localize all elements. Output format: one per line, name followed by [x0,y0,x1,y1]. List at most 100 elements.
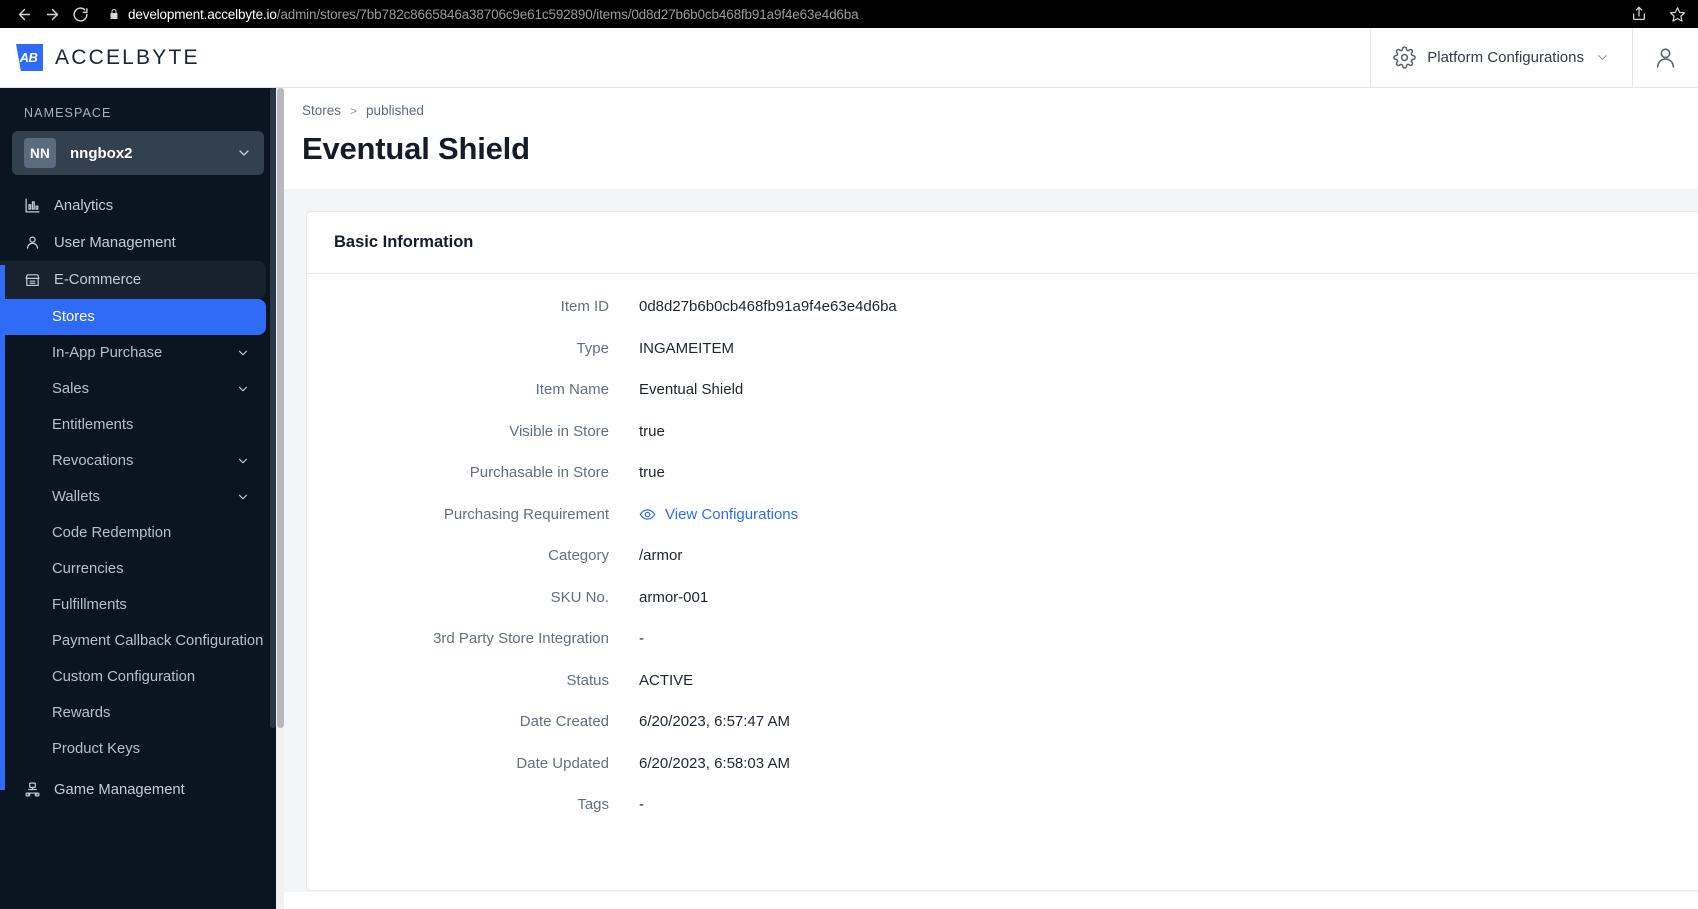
sidebar-item-label: Sales [52,381,90,397]
content-area: Basic Information Item ID 0d8d27b6b0cb46… [284,189,1698,892]
browser-address-bar[interactable]: development.accelbyte.io/admin/stores/7b… [128,7,859,22]
sidebar-item-wallets[interactable]: Wallets [0,479,276,515]
sidebar-item-label: Payment Callback Configuration [52,633,264,649]
field-label: Date Created [519,713,609,730]
sidebar-item-label: Rewards [52,705,111,721]
sidebar-item-sales[interactable]: Sales [0,371,276,407]
share-icon[interactable] [1631,6,1647,22]
sidebar-item-label: E-Commerce [54,272,142,288]
accelbyte-logo-icon: AB [16,44,43,71]
star-icon[interactable] [1669,6,1686,23]
field-value: INGAMEITEM [639,339,735,357]
field-row-date-created: Date Created 6/20/2023, 6:57:47 AM [307,711,1698,753]
sidebar-item-entitlements[interactable]: Entitlements [0,407,276,443]
field-row-visible-in-store: Visible in Store true [307,421,1698,463]
sidebar-item-analytics[interactable]: Analytics [0,187,276,224]
account-menu-button[interactable] [1632,28,1698,87]
field-row-item-name: Item Name Eventual Shield [307,379,1698,421]
chevron-down-icon [236,145,252,161]
field-row-date-updated: Date Updated 6/20/2023, 6:58:03 AM [307,753,1698,795]
logo-mark-text: AB [19,50,38,65]
field-label: Status [566,671,609,689]
field-value: 6/20/2023, 6:58:03 AM [639,754,790,772]
basic-information-card: Basic Information Item ID 0d8d27b6b0cb46… [306,211,1698,891]
browser-reload-button[interactable] [66,2,94,26]
game-icon [24,781,45,798]
platform-configurations-menu[interactable]: Platform Configurations [1370,28,1632,87]
sidebar-item-currencies[interactable]: Currencies [0,551,276,587]
sidebar-item-game-management[interactable]: Game Management [0,771,276,808]
app-body: NAMESPACE NN nngbox2 Analytics User Mana… [0,88,1698,909]
field-value: 0d8d27b6b0cb468fb91a9f4e63e4d6ba [639,298,897,315]
field-row-status: Status ACTIVE [307,670,1698,712]
sidebar-nav: Analytics User Management E-Commerce Sto… [0,187,276,808]
field-value: armor-001 [639,588,709,606]
field-row-category: Category /armor [307,545,1698,587]
field-row-item-id: Item ID 0d8d27b6b0cb468fb91a9f4e63e4d6ba [307,296,1698,338]
page-title: Eventual Shield [302,131,530,166]
field-row-3rd-party-store-integration: 3rd Party Store Integration - [307,628,1698,670]
sidebar: NAMESPACE NN nngbox2 Analytics User Mana… [0,88,276,909]
sidebar-item-user-management[interactable]: User Management [0,224,276,261]
namespace-selector[interactable]: NN nngbox2 [12,131,264,175]
sidebar-item-label: Stores [52,309,95,325]
sidebar-item-fulfillments[interactable]: Fulfillments [0,587,276,623]
field-label: 3rd Party Store Integration [433,630,609,647]
platform-configurations-label: Platform Configurations [1427,49,1584,66]
user-icon [24,234,45,251]
chevron-down-icon [236,382,250,396]
field-row-sku-no: SKU No. armor-001 [307,587,1698,629]
namespace-name: nngbox2 [70,144,133,162]
view-configurations-label: View Configurations [665,505,799,523]
sidebar-item-payment-callback-configuration[interactable]: Payment Callback Configuration [0,623,276,659]
eye-icon [639,506,656,523]
sidebar-item-in-app-purchase[interactable]: In-App Purchase [0,335,276,371]
field-label: Category [548,547,609,564]
field-row-tags: Tags - [307,794,1698,836]
breadcrumb-separator: > [350,103,358,118]
card-body: Item ID 0d8d27b6b0cb468fb91a9f4e63e4d6ba… [307,274,1698,836]
field-label: Tags [577,796,609,813]
brand-logo[interactable]: AB ACCELBYTE [0,44,200,71]
sidebar-item-label: Code Redemption [52,525,172,541]
sidebar-item-code-redemption[interactable]: Code Redemption [0,515,276,551]
sidebar-item-label: Wallets [52,489,100,505]
breadcrumb: Stores > published [284,88,1698,118]
browser-forward-button[interactable] [38,2,66,26]
lock-icon [108,7,120,21]
namespace-avatar: NN [24,138,56,168]
browser-back-button[interactable] [10,2,38,26]
breadcrumb-stores[interactable]: Stores [302,103,341,118]
sidebar-item-rewards[interactable]: Rewards [0,695,276,731]
chevron-down-icon [236,346,250,360]
sidebar-item-revocations[interactable]: Revocations [0,443,276,479]
field-value: - [639,630,644,647]
store-icon [24,272,45,289]
view-configurations-link[interactable]: View Configurations [639,504,798,526]
chevron-down-icon [1595,50,1610,65]
field-value: 6/20/2023, 6:57:47 AM [639,713,790,730]
field-label: Purchasable in Store [469,464,609,481]
url-host: development.accelbyte.io [128,6,277,22]
browser-toolbar: development.accelbyte.io/admin/stores/7b… [0,0,1698,28]
app-header: AB ACCELBYTE Platform Configurations [0,28,1698,88]
main-scrollbar-thumb[interactable] [277,88,284,728]
sidebar-item-stores[interactable]: Stores [0,299,266,335]
sidebar-item-label: In-App Purchase [52,345,163,361]
user-icon [1653,45,1678,70]
bar-chart-icon [24,197,45,214]
breadcrumb-published[interactable]: published [366,103,424,118]
field-label: Purchasing Requirement [443,505,609,523]
chevron-down-icon [236,490,250,504]
sidebar-item-label: Game Management [54,781,185,798]
sidebar-item-label: Revocations [52,453,134,469]
field-row-purchasing-requirement: Purchasing Requirement View Configuratio… [307,504,1698,546]
field-label: Visible in Store [509,422,609,440]
sidebar-item-label: Analytics [54,197,114,214]
field-row-purchasable-in-store: Purchasable in Store true [307,462,1698,504]
chevron-down-icon [236,454,250,468]
sidebar-item-e-commerce[interactable]: E-Commerce [0,261,266,299]
sidebar-item-custom-configuration[interactable]: Custom Configuration [0,659,276,695]
field-label: Date Updated [516,754,609,772]
sidebar-item-product-keys[interactable]: Product Keys [0,731,276,767]
